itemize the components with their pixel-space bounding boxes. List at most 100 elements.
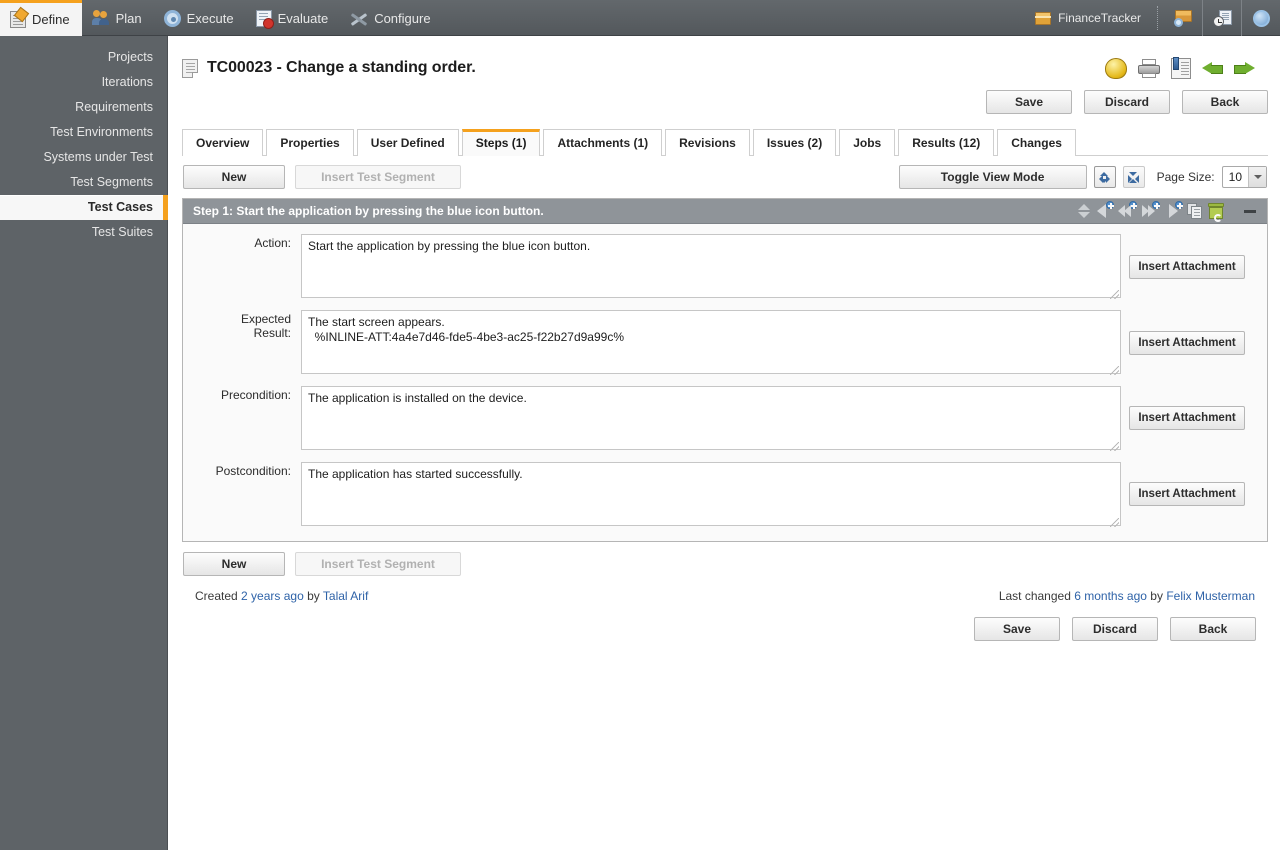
tab-revisions[interactable]: Revisions: [665, 129, 750, 156]
discard-button-top[interactable]: Discard: [1084, 90, 1170, 114]
postcondition-textarea[interactable]: [301, 462, 1121, 526]
sidebar-item-test-suites[interactable]: Test Suites: [0, 220, 167, 245]
tab-attachments[interactable]: Attachments (1): [543, 129, 663, 156]
insert-attachment-button-precondition[interactable]: Insert Attachment: [1129, 406, 1245, 430]
sidebar-item-iterations[interactable]: Iterations: [0, 70, 167, 95]
gear-icon: [163, 9, 181, 27]
sidebar: Projects Iterations Requirements Test En…: [0, 36, 168, 850]
tab-results[interactable]: Results (12): [898, 129, 995, 156]
bookmarked-document-icon[interactable]: [1171, 56, 1191, 79]
precondition-textarea[interactable]: [301, 386, 1121, 450]
tab-issues[interactable]: Issues (2): [752, 129, 837, 156]
next-arrow-icon[interactable]: [1234, 59, 1255, 78]
page-size-label: Page Size:: [1156, 170, 1215, 184]
discard-button-bottom[interactable]: Discard: [1072, 617, 1158, 641]
action-textarea[interactable]: [301, 234, 1121, 298]
collapse-all-button[interactable]: [1093, 166, 1116, 188]
sidebar-item-test-segments[interactable]: Test Segments: [0, 170, 167, 195]
save-button-bottom[interactable]: Save: [974, 617, 1060, 641]
tab-jobs[interactable]: Jobs: [839, 129, 896, 156]
delete-icon[interactable]: [1208, 203, 1224, 222]
clock-document-icon: [1212, 9, 1232, 27]
step-header-tools: [1078, 201, 1261, 222]
precondition-input-wrap: [301, 386, 1121, 453]
back-button-bottom[interactable]: Back: [1170, 617, 1256, 641]
steps-toolbar-right: Toggle View Mode Page Size: 10: [898, 165, 1267, 189]
project-selector[interactable]: FinanceTracker: [1025, 11, 1151, 25]
tab-changes[interactable]: Changes: [997, 129, 1076, 156]
postcondition-attachment-cell: Insert Attachment: [1129, 462, 1245, 506]
tab-properties[interactable]: Properties: [266, 129, 354, 156]
people-icon: [91, 10, 110, 26]
topnav-item-define[interactable]: Define: [0, 0, 82, 36]
expected-result-textarea[interactable]: [301, 310, 1121, 374]
move-down-add-icon[interactable]: [1164, 201, 1183, 220]
move-up-add-icon[interactable]: [1095, 201, 1114, 220]
insert-attachment-button-action[interactable]: Insert Attachment: [1129, 255, 1245, 279]
insert-attachment-button-expected-result[interactable]: Insert Attachment: [1129, 331, 1245, 355]
recent-items-button[interactable]: [1203, 0, 1241, 36]
changed-by-user[interactable]: Felix Musterman: [1166, 589, 1255, 603]
main-content: TC00023 - Change a standing order. Save …: [169, 36, 1280, 850]
duplicate-icon[interactable]: [1187, 203, 1203, 219]
sidebar-item-test-environments[interactable]: Test Environments: [0, 120, 167, 145]
step-body: Action: Insert Attachment Expected Resul…: [183, 224, 1267, 541]
sidebar-label-test-suites: Test Suites: [91, 225, 153, 239]
expand-all-button[interactable]: [1122, 166, 1145, 188]
save-button-top[interactable]: Save: [986, 90, 1072, 114]
topnav-item-execute[interactable]: Execute: [154, 0, 246, 36]
topnav-item-evaluate[interactable]: Evaluate: [246, 0, 341, 36]
created-by-user[interactable]: Talal Arif: [323, 589, 368, 603]
minimize-icon[interactable]: [1243, 204, 1257, 218]
topnav-item-configure[interactable]: Configure: [340, 0, 442, 36]
sidebar-label-test-cases: Test Cases: [87, 200, 153, 214]
precondition-attachment-cell: Insert Attachment: [1129, 386, 1245, 430]
sidebar-item-projects[interactable]: Projects: [0, 45, 167, 70]
step-card: Step 1: Start the application by pressin…: [182, 198, 1268, 542]
project-search-button[interactable]: [1164, 0, 1202, 36]
sidebar-item-requirements[interactable]: Requirements: [0, 95, 167, 120]
topnav-item-plan[interactable]: Plan: [82, 0, 154, 36]
insert-test-segment-button-top[interactable]: Insert Test Segment: [295, 165, 461, 189]
insert-test-segment-button-bottom[interactable]: Insert Test Segment: [295, 552, 461, 576]
created-when[interactable]: 2 years ago: [241, 589, 304, 603]
help-button[interactable]: [1242, 0, 1280, 36]
tab-bar: Overview Properties User Defined Steps (…: [182, 127, 1280, 156]
created-info: Created 2 years ago by Talal Arif: [195, 589, 368, 603]
topnav-label-execute: Execute: [186, 10, 234, 26]
insert-attachment-button-postcondition[interactable]: Insert Attachment: [1129, 482, 1245, 506]
field-row-expected-result: Expected Result: Insert Attachment: [183, 310, 1267, 377]
toggle-view-mode-button[interactable]: Toggle View Mode: [898, 165, 1087, 189]
box-search-icon: [1173, 10, 1193, 27]
move-first-add-icon[interactable]: [1118, 201, 1137, 220]
sidebar-item-test-cases[interactable]: Test Cases: [0, 195, 168, 220]
topnav-label-plan: Plan: [115, 10, 142, 26]
previous-arrow-icon[interactable]: [1202, 59, 1223, 78]
helmet-icon[interactable]: [1105, 57, 1127, 79]
project-selector-label: FinanceTracker: [1058, 11, 1141, 25]
label-expected-result: Expected Result:: [240, 312, 291, 340]
move-last-add-icon[interactable]: [1141, 201, 1160, 220]
back-button-top[interactable]: Back: [1182, 90, 1268, 114]
tab-steps[interactable]: Steps (1): [461, 129, 541, 156]
tab-user-defined[interactable]: User Defined: [356, 129, 459, 156]
changed-when[interactable]: 6 months ago: [1074, 589, 1147, 603]
label-action: Action:: [254, 236, 291, 250]
metadata-row: Created 2 years ago by Talal Arif Last c…: [195, 589, 1255, 603]
step-header: Step 1: Start the application by pressin…: [183, 199, 1267, 224]
action-attachment-cell: Insert Attachment: [1129, 234, 1245, 279]
sort-handle-icon[interactable]: [1078, 203, 1090, 219]
topnav-label-define: Define: [32, 12, 70, 27]
action-input-wrap: [301, 234, 1121, 301]
new-step-button-bottom[interactable]: New: [183, 552, 285, 576]
field-row-action: Action: Insert Attachment: [183, 234, 1267, 301]
new-step-button-top[interactable]: New: [183, 165, 285, 189]
sidebar-item-systems-under-test[interactable]: Systems under Test: [0, 145, 167, 170]
document-icon: [182, 58, 198, 78]
tab-overview[interactable]: Overview: [182, 129, 264, 156]
page-size-select[interactable]: 10: [1221, 166, 1267, 188]
field-row-precondition: Precondition: Insert Attachment: [183, 386, 1267, 453]
printer-icon[interactable]: [1138, 58, 1160, 78]
sidebar-label-projects: Projects: [107, 50, 153, 64]
